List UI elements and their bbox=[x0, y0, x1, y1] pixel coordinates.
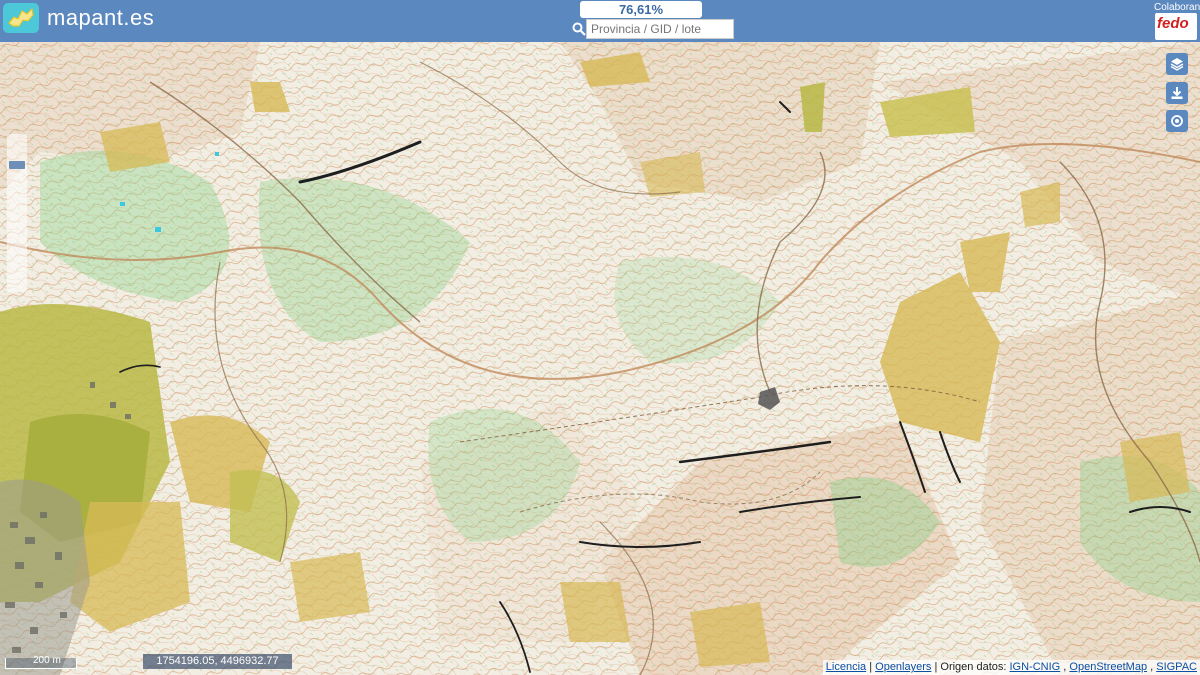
layers-button[interactable] bbox=[1166, 53, 1188, 75]
collaborator-logo-text: fedo bbox=[1157, 15, 1189, 32]
orienteering-map[interactable] bbox=[0, 42, 1200, 675]
mouse-coordinates: 1754196.05, 4496932.77 bbox=[143, 654, 292, 669]
island-logo-icon bbox=[8, 7, 34, 27]
scale-label: 200 m bbox=[33, 655, 61, 666]
download-icon bbox=[1171, 87, 1183, 99]
sigpac-link[interactable]: SIGPAC bbox=[1156, 661, 1197, 673]
attribution: Licencia | Openlayers | Origen datos: IG… bbox=[822, 660, 1200, 675]
licencia-link[interactable]: Licencia bbox=[826, 661, 866, 673]
collaborator-logo[interactable]: fedo bbox=[1155, 13, 1197, 40]
site-title[interactable]: mapant.es bbox=[47, 5, 154, 31]
download-button[interactable] bbox=[1166, 82, 1188, 104]
layers-icon bbox=[1170, 58, 1184, 71]
search-input[interactable] bbox=[586, 19, 734, 39]
search-icon[interactable] bbox=[572, 22, 586, 36]
map-canvas[interactable] bbox=[0, 42, 1200, 675]
origen-label: Origen datos: bbox=[940, 661, 1007, 673]
locate-icon bbox=[1171, 115, 1183, 127]
ign-cnig-link[interactable]: IGN-CNIG bbox=[1010, 661, 1061, 673]
scale-line: 200 m bbox=[5, 655, 83, 669]
zoom-slider-handle[interactable] bbox=[9, 161, 25, 169]
zoom-slider[interactable] bbox=[7, 134, 27, 292]
search-box bbox=[572, 19, 734, 39]
top-bar: mapant.es 76,61% Colaboran fedo bbox=[0, 0, 1200, 42]
progress-indicator: 76,61% bbox=[580, 1, 702, 18]
openstreetmap-link[interactable]: OpenStreetMap bbox=[1069, 661, 1147, 673]
openlayers-link[interactable]: Openlayers bbox=[875, 661, 931, 673]
site-logo[interactable] bbox=[3, 3, 39, 33]
collaborators-label: Colaboran bbox=[1154, 2, 1200, 13]
locate-button[interactable] bbox=[1166, 110, 1188, 132]
